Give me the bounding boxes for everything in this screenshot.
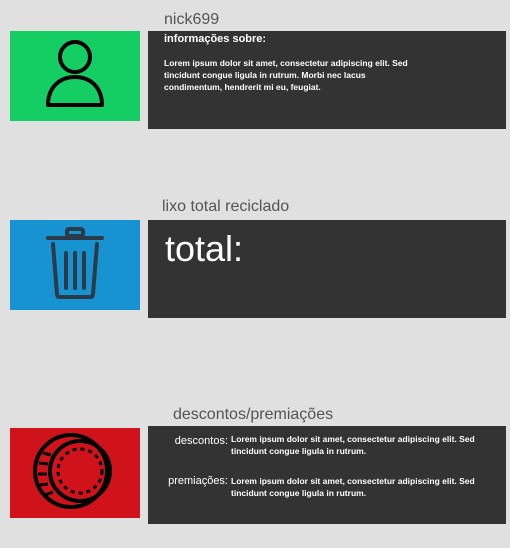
- info-heading: informações sobre:: [164, 33, 267, 45]
- rewards-icon-box: [10, 428, 140, 518]
- total-label: total:: [165, 228, 244, 269]
- premiacoes-text: Lorem ipsum dolor sit amet, consectetur …: [231, 476, 475, 498]
- descontos-text: Lorem ipsum dolor sit amet, consectetur …: [231, 434, 475, 456]
- user-icon: [44, 37, 106, 116]
- recycled-total-panel: total:: [148, 220, 506, 318]
- recycled-total-title: lixo total reciclado: [162, 198, 290, 215]
- rewards-title: descontos/premiações: [173, 406, 334, 423]
- trash-icon: [45, 226, 105, 305]
- recycle-icon-box: [10, 220, 140, 310]
- info-text: Lorem ipsum dolor sit amet, consectetur …: [164, 58, 408, 92]
- username-title: nick699: [164, 11, 220, 28]
- premiacoes-label: premiações:: [168, 475, 228, 487]
- descontos-label: descontos:: [174, 435, 228, 447]
- rewards-panel: descontos: Lorem ipsum dolor sit amet, c…: [148, 426, 506, 524]
- coin-icon: [33, 429, 117, 518]
- profile-info-panel: informações sobre: Lorem ipsum dolor sit…: [148, 31, 506, 129]
- profile-icon-box: [10, 31, 140, 121]
